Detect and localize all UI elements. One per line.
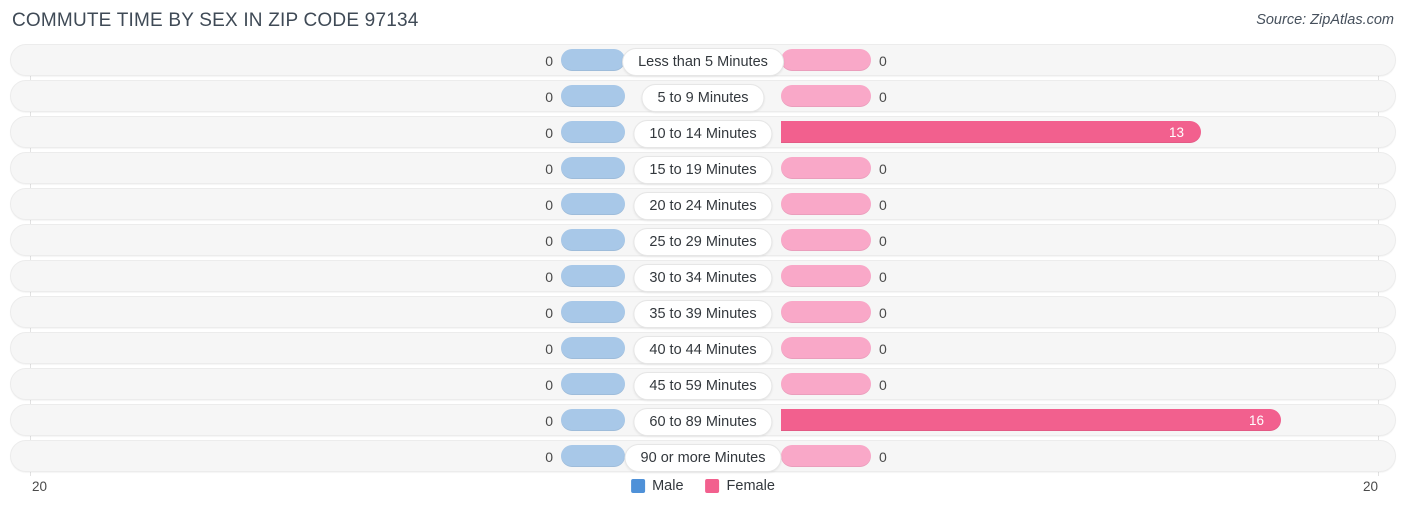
female-value-label: 0: [879, 233, 887, 249]
legend-item-male[interactable]: Male: [631, 478, 684, 494]
female-bar: [781, 121, 1201, 143]
legend-label-male: Male: [652, 478, 684, 494]
male-bar: [561, 265, 625, 287]
female-value-label: 0: [879, 449, 887, 465]
male-value-label: 0: [545, 413, 553, 429]
category-label-pill: Less than 5 Minutes: [622, 48, 784, 76]
chart-plot-area: 0 0 Less than 5 Minutes 0 0 5 to 9 Minutes 0 13…: [10, 44, 1396, 476]
female-bar: [781, 337, 871, 359]
category-label-pill: 10 to 14 Minutes: [633, 120, 773, 148]
bar-row[interactable]: 0 16 60 to 89 Minutes: [10, 404, 1396, 436]
male-bar: [561, 229, 625, 251]
male-value-label: 0: [545, 233, 553, 249]
female-value-label: 0: [879, 53, 887, 69]
bar-row[interactable]: 0 0 Less than 5 Minutes: [10, 44, 1396, 76]
male-bar: [561, 49, 625, 71]
female-bar: [781, 193, 871, 215]
chart-header: COMMUTE TIME BY SEX IN ZIP CODE 97134 So…: [0, 0, 1406, 44]
category-label-pill: 25 to 29 Minutes: [633, 228, 773, 256]
category-label-pill: 30 to 34 Minutes: [633, 264, 773, 292]
male-bar: [561, 157, 625, 179]
chart-footer: 20 20 Male Female: [10, 476, 1396, 510]
female-value-label: 0: [879, 377, 887, 393]
male-bar: [561, 409, 625, 431]
female-value-label: 0: [879, 305, 887, 321]
male-value-label: 0: [545, 269, 553, 285]
female-value-label: 0: [879, 197, 887, 213]
female-value-label: 0: [879, 269, 887, 285]
female-value-label: 0: [879, 89, 887, 105]
chart-legend: Male Female: [631, 478, 775, 494]
male-bar: [561, 85, 625, 107]
female-value-label: 0: [879, 161, 887, 177]
female-value-label: 13: [1169, 125, 1185, 140]
male-bar: [561, 373, 625, 395]
category-label-pill: 20 to 24 Minutes: [633, 192, 773, 220]
bar-row[interactable]: 0 0 45 to 59 Minutes: [10, 368, 1396, 400]
female-bar: [781, 373, 871, 395]
female-bar: [781, 445, 871, 467]
source-attribution: Source: ZipAtlas.com: [1256, 12, 1394, 28]
female-bar: [781, 229, 871, 251]
category-label-pill: 45 to 59 Minutes: [633, 372, 773, 400]
category-label-pill: 15 to 19 Minutes: [633, 156, 773, 184]
page-title: COMMUTE TIME BY SEX IN ZIP CODE 97134: [12, 10, 419, 31]
category-label-pill: 40 to 44 Minutes: [633, 336, 773, 364]
male-value-label: 0: [545, 89, 553, 105]
square-swatch-icon: [705, 479, 720, 493]
axis-max-label: 20: [1362, 479, 1378, 494]
female-bar: [781, 157, 871, 179]
female-value-label: 0: [879, 341, 887, 357]
male-value-label: 0: [545, 449, 553, 465]
bar-row[interactable]: 0 0 5 to 9 Minutes: [10, 80, 1396, 112]
male-value-label: 0: [545, 341, 553, 357]
female-bar: [781, 301, 871, 323]
bar-row[interactable]: 0 0 20 to 24 Minutes: [10, 188, 1396, 220]
bar-row[interactable]: 0 0 15 to 19 Minutes: [10, 152, 1396, 184]
male-bar: [561, 193, 625, 215]
male-bar: [561, 445, 625, 467]
category-label-pill: 60 to 89 Minutes: [633, 408, 773, 436]
male-bar: [561, 121, 625, 143]
female-bar: [781, 49, 871, 71]
male-value-label: 0: [545, 53, 553, 69]
male-value-label: 0: [545, 161, 553, 177]
bar-row[interactable]: 0 0 35 to 39 Minutes: [10, 296, 1396, 328]
legend-label-female: Female: [726, 478, 775, 494]
bar-row-list: 0 0 Less than 5 Minutes 0 0 5 to 9 Minutes 0 13…: [10, 44, 1396, 472]
category-label-pill: 90 or more Minutes: [624, 444, 782, 472]
square-swatch-icon: [631, 479, 646, 493]
category-label-pill: 5 to 9 Minutes: [641, 84, 765, 112]
male-value-label: 0: [545, 125, 553, 141]
male-bar: [561, 337, 625, 359]
male-value-label: 0: [545, 377, 553, 393]
female-bar: [781, 409, 1281, 431]
female-bar: [781, 265, 871, 287]
legend-item-female[interactable]: Female: [705, 478, 775, 494]
male-bar: [561, 301, 625, 323]
male-value-label: 0: [545, 197, 553, 213]
bar-row[interactable]: 0 0 40 to 44 Minutes: [10, 332, 1396, 364]
bar-row[interactable]: 0 0 25 to 29 Minutes: [10, 224, 1396, 256]
male-value-label: 0: [545, 305, 553, 321]
female-bar: [781, 85, 871, 107]
bar-row[interactable]: 0 0 30 to 34 Minutes: [10, 260, 1396, 292]
bar-row[interactable]: 0 0 90 or more Minutes: [10, 440, 1396, 472]
category-label-pill: 35 to 39 Minutes: [633, 300, 773, 328]
axis-min-label: 20: [32, 479, 48, 494]
female-value-label: 16: [1249, 413, 1265, 428]
bar-row[interactable]: 0 13 10 to 14 Minutes: [10, 116, 1396, 148]
